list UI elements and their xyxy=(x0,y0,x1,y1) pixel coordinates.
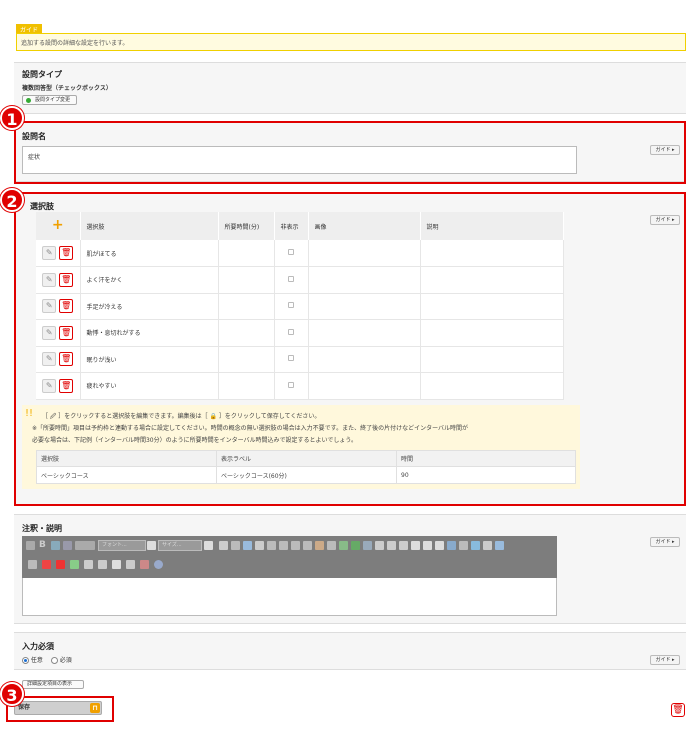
color-icon[interactable] xyxy=(447,541,456,550)
delete-question-button[interactable]: 🗑 xyxy=(671,703,685,717)
paragraph-icon[interactable] xyxy=(327,541,336,550)
undo-icon[interactable] xyxy=(84,560,93,569)
step-badge-1: 1 xyxy=(0,106,24,130)
annotation-editor[interactable] xyxy=(22,578,557,616)
size-dropdown-icon[interactable] xyxy=(204,541,213,550)
guide-message: 追加する設問の詳細な設定を行います。 xyxy=(16,33,686,51)
detail-settings-toggle[interactable]: 詳細設定項目の表示 xyxy=(22,680,84,689)
youtube-icon[interactable] xyxy=(56,560,65,569)
bold-icon[interactable]: B xyxy=(39,540,46,550)
unlink-icon[interactable] xyxy=(351,541,360,550)
step-badge-2: 2 xyxy=(0,188,24,212)
question-type-title: 設問タイプ xyxy=(22,70,62,79)
list-icon[interactable] xyxy=(291,541,300,550)
table-icon[interactable] xyxy=(243,541,252,550)
background-color-icon[interactable] xyxy=(459,541,468,550)
optional-label: 任意 xyxy=(30,657,43,664)
flash-icon[interactable] xyxy=(363,541,372,550)
page-icon[interactable] xyxy=(399,541,408,550)
bullet-list-icon[interactable] xyxy=(267,541,276,550)
help-icon[interactable] xyxy=(154,560,163,569)
trash-icon: 🗑 xyxy=(672,705,684,715)
required-guide-button[interactable]: ガイド ▸ xyxy=(650,655,680,665)
link-icon[interactable] xyxy=(51,541,60,550)
template-icon[interactable] xyxy=(375,541,384,550)
change-icon xyxy=(26,98,31,103)
align-left-icon[interactable] xyxy=(411,541,420,550)
maximize-icon[interactable] xyxy=(483,541,492,550)
required-section: 入力必須 任意 必須 ガイド ▸ xyxy=(14,632,686,670)
document-icon[interactable] xyxy=(387,541,396,550)
image-icon[interactable] xyxy=(63,541,72,550)
highlight-frame-1 xyxy=(14,121,686,184)
font-select[interactable]: フォント... xyxy=(98,540,146,551)
copy-icon[interactable] xyxy=(219,541,228,550)
align-center-icon[interactable] xyxy=(423,541,432,550)
question-type-value: 複数回答型（チェックボックス） xyxy=(22,85,112,92)
paste-icon[interactable] xyxy=(231,541,240,550)
annotation-title: 注釈・説明 xyxy=(22,524,62,533)
align-right-icon[interactable] xyxy=(435,541,444,550)
anchor-icon[interactable] xyxy=(339,541,348,550)
indent-icon[interactable] xyxy=(255,541,264,550)
rich-text-toolbar: B フォント... サイズ... xyxy=(22,536,557,578)
change-question-type-button[interactable]: 設問タイプ変更 xyxy=(22,95,77,105)
optional-radio[interactable] xyxy=(22,657,29,664)
embed-icon[interactable] xyxy=(70,560,79,569)
change-question-type-label: 設問タイプ変更 xyxy=(35,97,71,103)
font-dropdown-icon[interactable] xyxy=(147,541,156,550)
map-pin-icon[interactable] xyxy=(42,560,51,569)
required-title: 入力必須 xyxy=(22,642,54,651)
required-radios: 任意 必須 xyxy=(22,655,72,664)
select-all-icon[interactable] xyxy=(126,560,135,569)
mandatory-label: 必須 xyxy=(59,657,72,664)
media-icon[interactable] xyxy=(471,541,480,550)
text-format-icon[interactable] xyxy=(75,541,95,550)
highlight-frame-2 xyxy=(14,192,686,506)
numbered-list-icon[interactable] xyxy=(279,541,288,550)
size-select[interactable]: サイズ... xyxy=(158,540,202,551)
quote-icon[interactable] xyxy=(303,541,312,550)
question-type-section: 設問タイプ 複数回答型（チェックボックス） xyxy=(14,62,686,114)
preview-icon[interactable] xyxy=(495,541,504,550)
redo-icon[interactable] xyxy=(98,560,107,569)
step-badge-3: 3 xyxy=(0,682,24,706)
calendar-icon[interactable] xyxy=(28,560,37,569)
annotation-guide-button[interactable]: ガイド ▸ xyxy=(650,537,680,547)
emoji-icon[interactable] xyxy=(315,541,324,550)
find-icon[interactable] xyxy=(112,560,121,569)
source-icon[interactable] xyxy=(26,541,35,550)
remove-format-icon[interactable] xyxy=(140,560,149,569)
mandatory-radio[interactable] xyxy=(50,657,58,664)
